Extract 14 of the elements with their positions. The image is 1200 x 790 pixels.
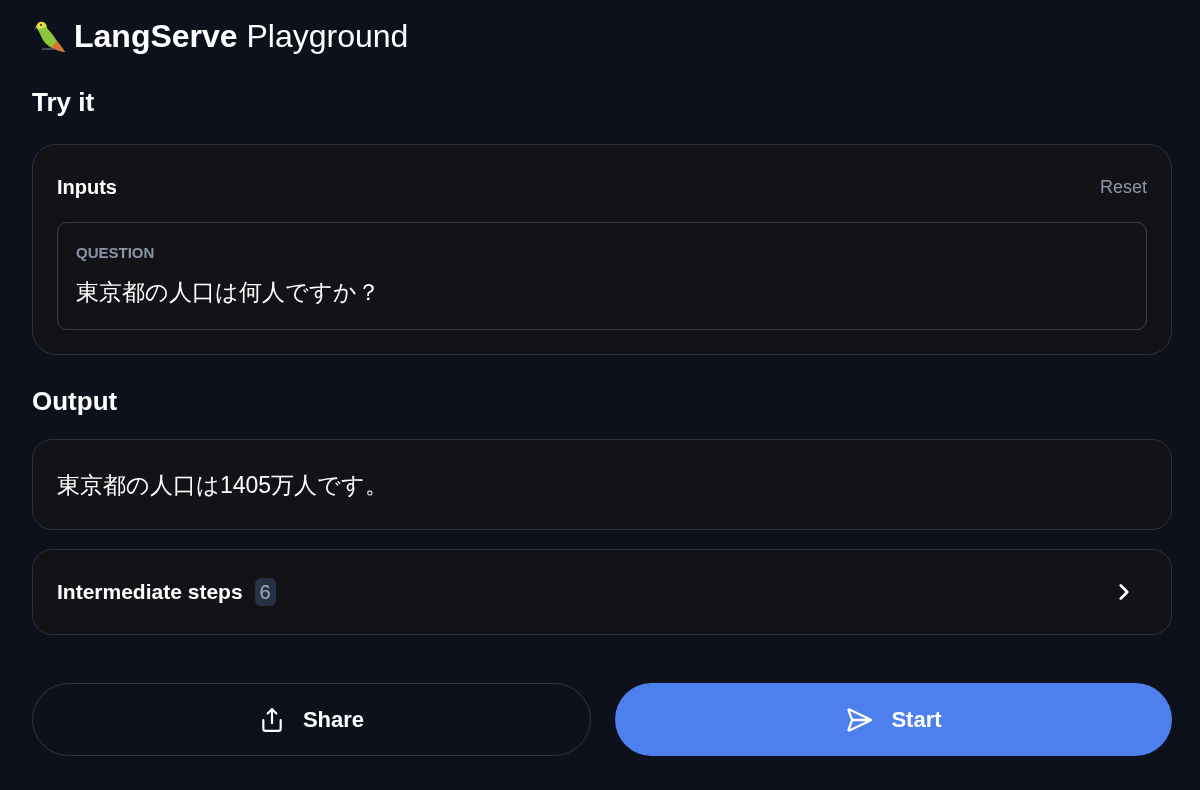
app-title: LangServe Playground	[74, 17, 409, 56]
section-heading: Output	[32, 385, 118, 417]
intermediate-steps-toggle[interactable]: Intermediate steps 6	[32, 549, 1172, 635]
start-button[interactable]: Start	[615, 683, 1172, 756]
parrot-icon	[32, 19, 66, 53]
count-badge: 6	[254, 578, 276, 606]
share-button[interactable]: Share	[32, 683, 591, 756]
field-label: QUESTION	[76, 243, 155, 263]
paper-plane-icon	[845, 705, 874, 734]
question-field[interactable]: QUESTION 東京都の人口は何人ですか？	[57, 222, 1147, 330]
output-text: 東京都の人口は1405万人です。	[57, 470, 389, 500]
section-heading: Try it	[32, 86, 95, 118]
card-title: Inputs	[57, 175, 117, 200]
reset-button[interactable]: Reset	[1099, 173, 1147, 201]
